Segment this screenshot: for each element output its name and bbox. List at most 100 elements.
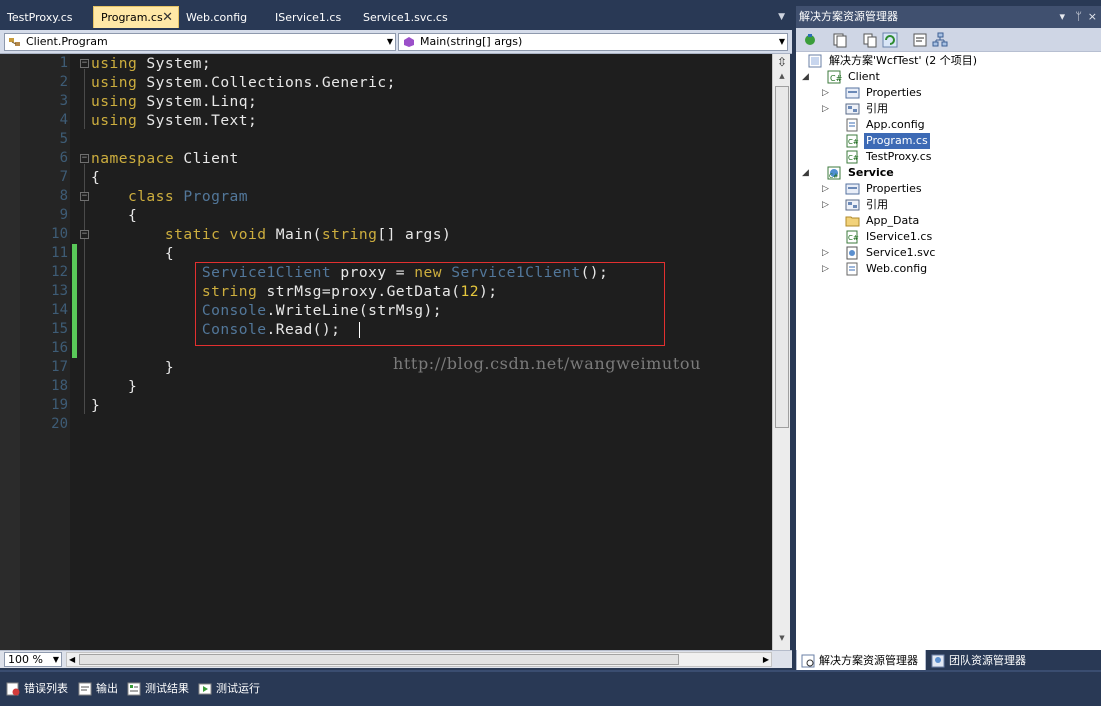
tool-window-tabs: 错误列表 输出 测试结果 测试运行	[0, 672, 1101, 706]
navigation-bar: Client.Program ▼ Main(string[] args) ▼	[0, 30, 792, 54]
scroll-thumb[interactable]	[775, 86, 789, 428]
code-line: using System.Linq;	[91, 92, 257, 111]
keyword: string	[321, 226, 378, 243]
tree-node-label: 引用	[866, 198, 888, 211]
collapse-icon[interactable]: −	[80, 154, 89, 163]
code-area[interactable]	[70, 54, 772, 650]
document-tab-bar: TestProxy.cs Program.cs ✕ Web.config ISe…	[0, 6, 792, 28]
class-combo[interactable]: Client.Program ▼	[4, 33, 396, 51]
collapse-icon[interactable]: −	[80, 192, 89, 201]
line-number: 18	[51, 378, 68, 394]
show-all-files-icon[interactable]	[832, 32, 848, 48]
tab-label: 测试运行	[216, 682, 260, 695]
tree-node-label: Program.cs	[864, 133, 930, 149]
expand-arrow-icon[interactable]: ▷	[822, 199, 832, 211]
properties-icon[interactable]	[802, 32, 818, 48]
svg-text:C#: C#	[830, 74, 842, 83]
expand-arrow-icon[interactable]: ▷	[822, 247, 832, 259]
type-name: Program	[174, 188, 249, 205]
tab-test-results[interactable]: 测试结果	[125, 680, 189, 698]
tree-node-label: Service1.svc	[866, 246, 936, 259]
collapse-icon[interactable]: −	[80, 230, 89, 239]
view-code-icon[interactable]	[912, 32, 928, 48]
dropdown-icon[interactable]: ▾	[1059, 6, 1065, 28]
tab-test-runs[interactable]: 测试运行	[196, 680, 260, 698]
tab-error-list[interactable]: 错误列表	[4, 680, 68, 698]
code-line: using System.Text;	[91, 111, 257, 130]
refresh-icon[interactable]	[882, 32, 898, 48]
expand-arrow-icon[interactable]: ▷	[822, 87, 832, 99]
code-editor[interactable]: 1 2 3 4 5 6 7 8 9 10 11 12 13 14 15 16 1…	[0, 54, 772, 650]
tab-label: 团队资源管理器	[949, 654, 1026, 667]
tab-testproxy[interactable]: TestProxy.cs	[0, 8, 92, 28]
scroll-right-icon[interactable]: ▶	[763, 653, 769, 666]
expand-arrow-icon[interactable]: ▷	[822, 103, 832, 115]
references-icon	[845, 199, 860, 211]
watermark: http://blog.csdn.net/wangweimutou	[393, 354, 702, 373]
code-line: {	[91, 169, 101, 186]
expand-arrow-icon[interactable]: ◢	[802, 71, 812, 83]
tab-label: 输出	[96, 682, 118, 695]
expand-arrow-icon[interactable]: ▷	[822, 263, 832, 275]
tab-solution-explorer[interactable]: 解决方案资源管理器	[796, 650, 926, 672]
tree-node-label: App_Data	[866, 214, 920, 227]
web-project-icon: C#	[827, 166, 841, 180]
line-number: 15	[51, 321, 68, 337]
line-number: 5	[59, 131, 68, 147]
line-number: 20	[51, 416, 68, 432]
keyword: static	[164, 226, 221, 243]
pin-icon[interactable]: ᛘ	[1075, 6, 1082, 28]
keyword: using	[91, 55, 138, 72]
line-number: 6	[59, 150, 68, 166]
scroll-thumb[interactable]	[79, 654, 679, 665]
code-text: System.Text;	[137, 112, 258, 129]
expand-arrow-icon[interactable]: ◢	[802, 167, 812, 179]
line-number: 11	[51, 245, 68, 261]
vertical-scrollbar[interactable]: ⇳ ▲ ▼	[772, 54, 790, 650]
csharp-project-icon: C#	[827, 70, 842, 84]
solution-icon	[808, 54, 822, 68]
solution-explorer-icon	[801, 654, 815, 668]
copy-icon[interactable]	[862, 32, 878, 48]
svg-text:C#: C#	[848, 234, 859, 242]
test-results-icon	[127, 682, 141, 696]
close-icon[interactable]: ×	[1088, 6, 1097, 28]
zoom-select[interactable]: 100 % ▼	[4, 652, 62, 667]
tab-iservice1[interactable]: IService1.cs	[268, 8, 356, 28]
code-line: using System;	[91, 54, 211, 73]
tab-service1-svc-cs[interactable]: Service1.svc.cs	[356, 8, 466, 28]
tab-output[interactable]: 输出	[76, 680, 118, 698]
line-number: 3	[59, 93, 68, 109]
chevron-down-icon: ▼	[778, 37, 785, 46]
line-number: 4	[59, 112, 68, 128]
explorer-tab-strip: 解决方案资源管理器 团队资源管理器	[796, 650, 1101, 672]
tree-node-label: 解决方案'WcfTest' (2 个项目)	[829, 54, 978, 67]
scroll-down-icon[interactable]: ▼	[775, 634, 789, 646]
scroll-up-icon[interactable]: ▲	[775, 72, 789, 84]
solution-tree[interactable]: 解决方案'WcfTest' (2 个项目) ◢ C# Client ▷ Prop…	[796, 52, 1101, 650]
member-combo-value: Main(string[] args)	[420, 35, 523, 48]
tab-team-explorer[interactable]: 团队资源管理器	[927, 650, 1047, 672]
tab-label: 错误列表	[24, 682, 68, 695]
class-diagram-icon[interactable]	[932, 32, 948, 48]
line-number: 13	[51, 283, 68, 299]
close-icon[interactable]: ✕	[162, 7, 173, 29]
tab-webconfig[interactable]: Web.config	[179, 8, 267, 28]
error-list-icon	[6, 682, 20, 696]
tab-program[interactable]: Program.cs ✕	[93, 6, 179, 28]
svc-file-icon	[846, 246, 858, 260]
code-line: }	[91, 378, 138, 395]
tab-dropdown-icon[interactable]: ▼	[778, 12, 785, 22]
splitter-icon[interactable]: ⇳	[775, 56, 789, 70]
tab-label: 解决方案资源管理器	[819, 654, 918, 667]
expand-arrow-icon[interactable]: ▷	[822, 183, 832, 195]
member-combo[interactable]: Main(string[] args) ▼	[398, 33, 788, 51]
horizontal-scrollbar[interactable]: ◀ ▶	[66, 652, 772, 667]
team-explorer-icon	[931, 654, 945, 668]
collapse-icon[interactable]: −	[80, 59, 89, 68]
csharp-file-icon: C#	[846, 230, 859, 244]
keyword: using	[91, 74, 138, 91]
scroll-left-icon[interactable]: ◀	[69, 653, 75, 666]
